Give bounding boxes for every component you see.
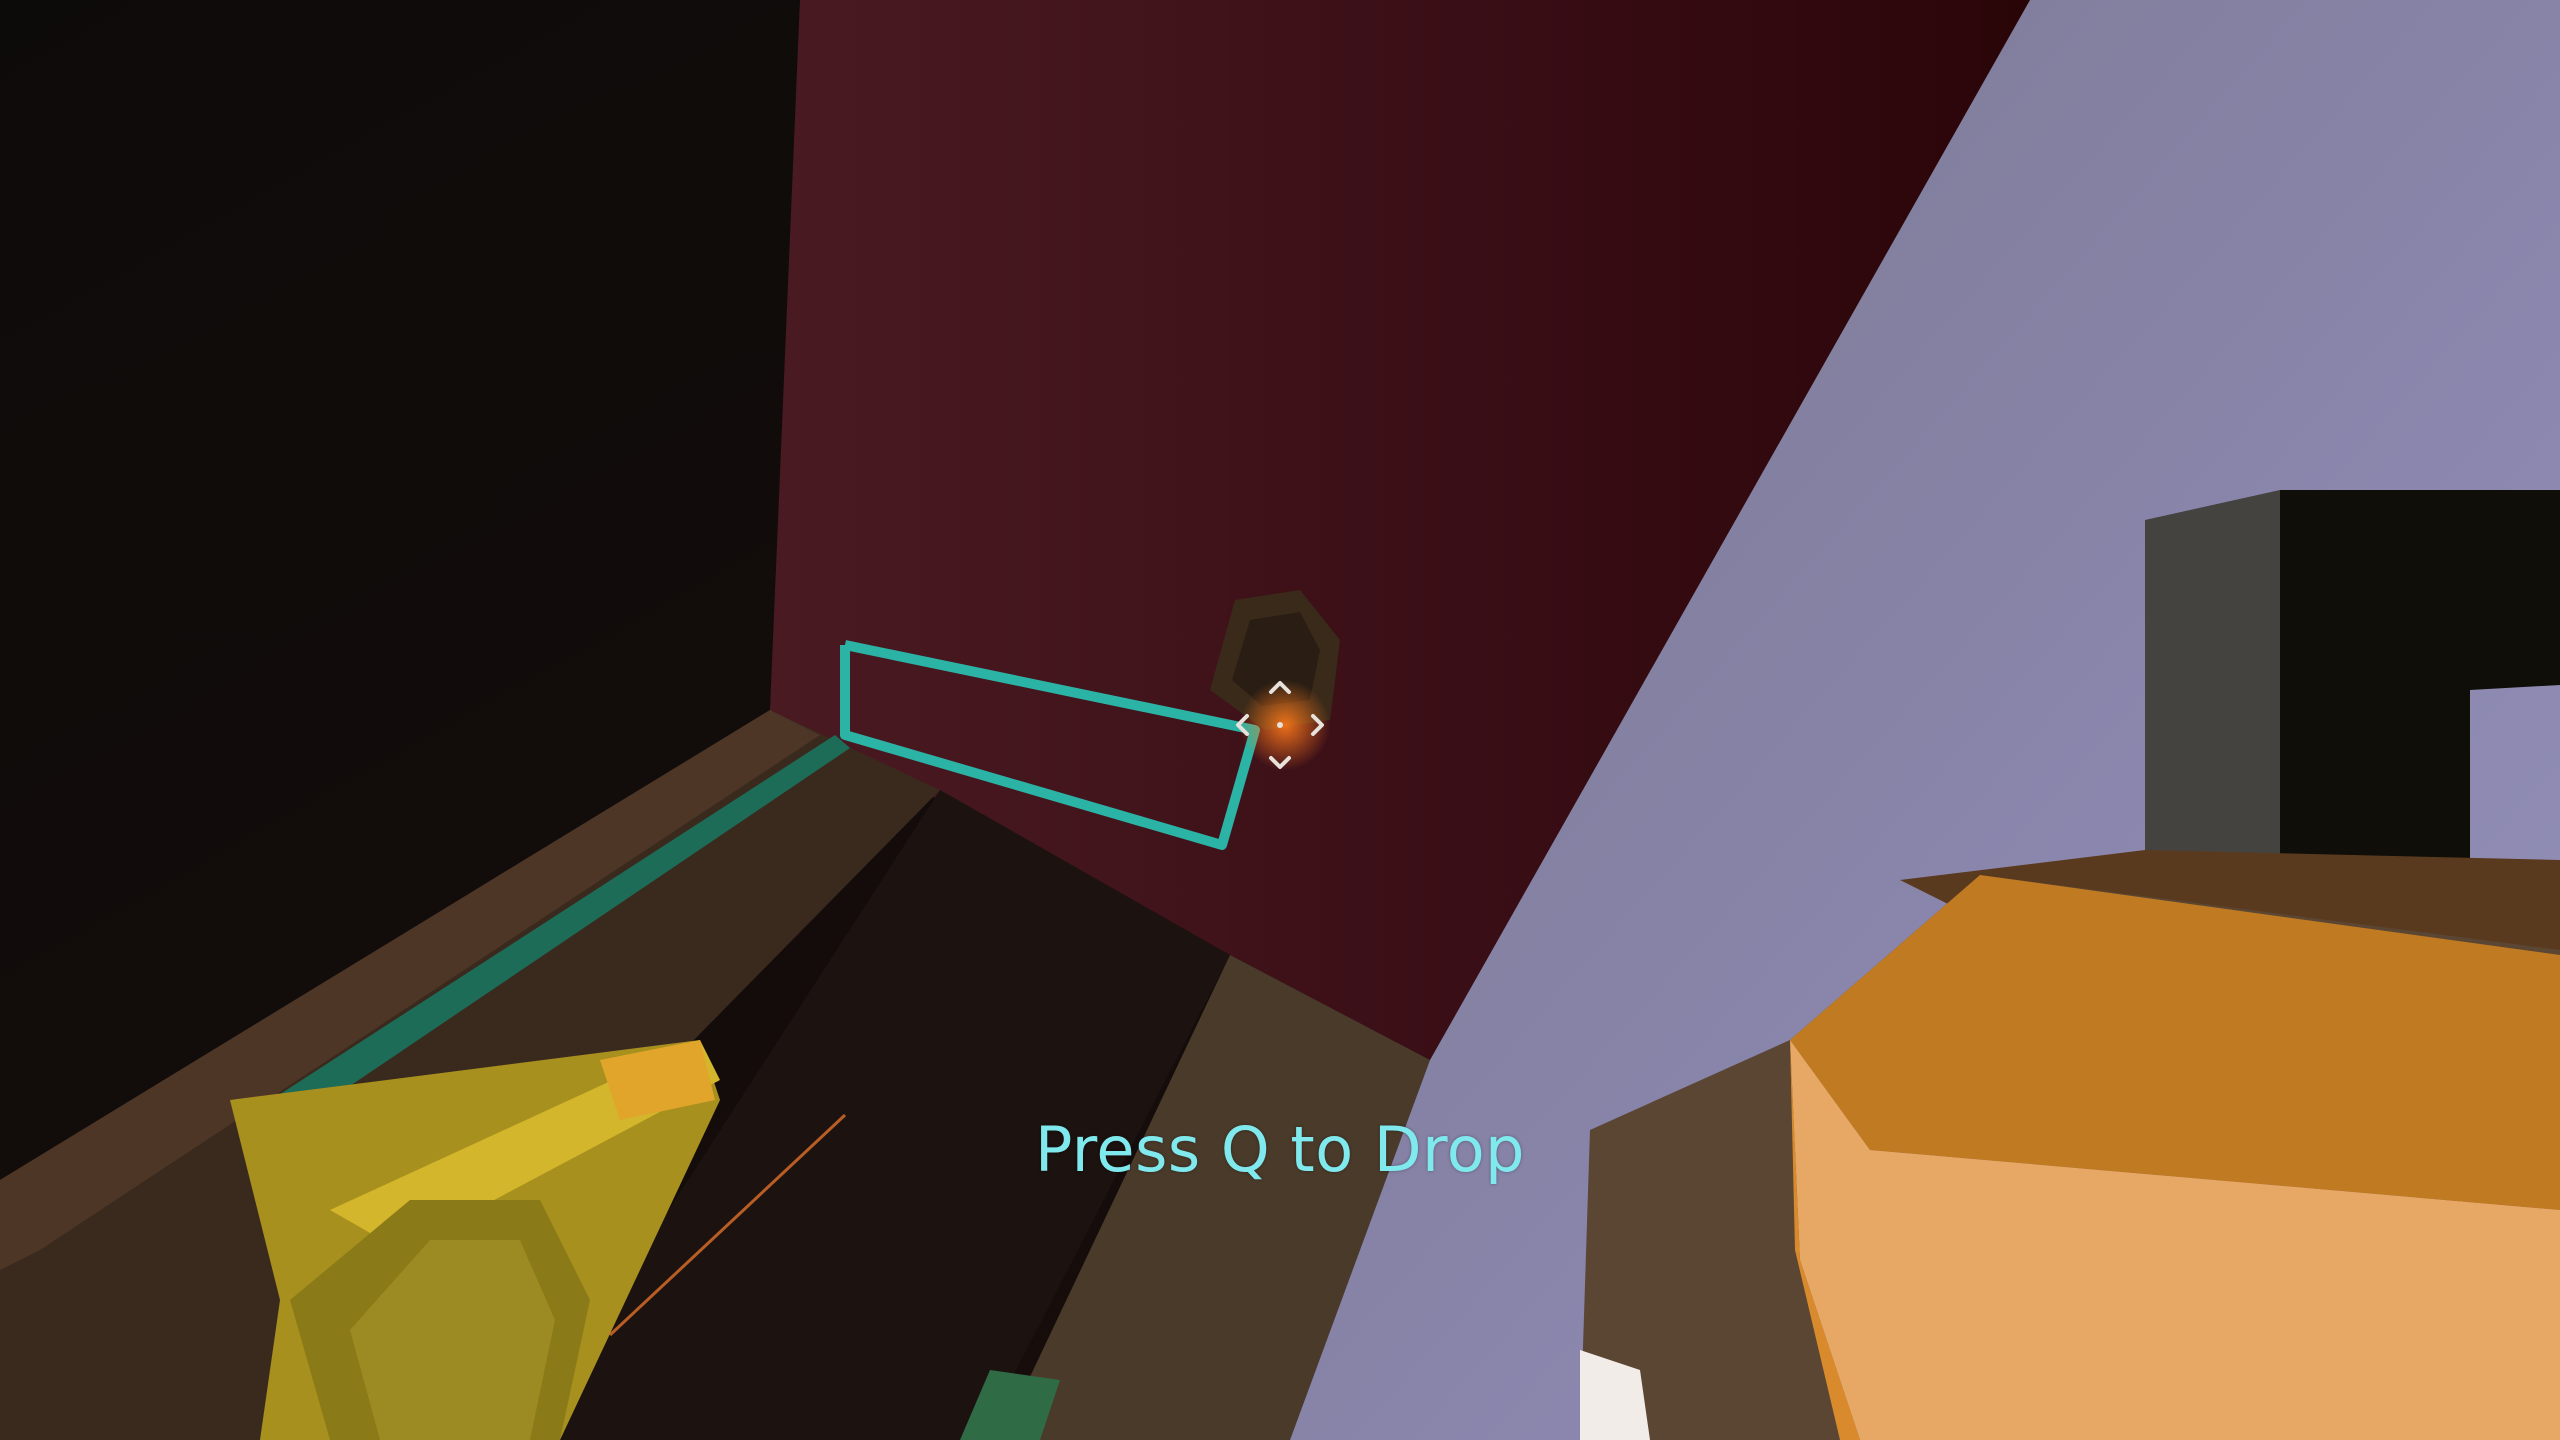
crosshair-arrows-icon bbox=[1236, 681, 1324, 769]
drop-prompt: Press Q to Drop bbox=[1035, 1113, 1525, 1186]
crosshair bbox=[1225, 670, 1335, 780]
game-viewport[interactable]: Press Q to Drop bbox=[0, 0, 2560, 1440]
